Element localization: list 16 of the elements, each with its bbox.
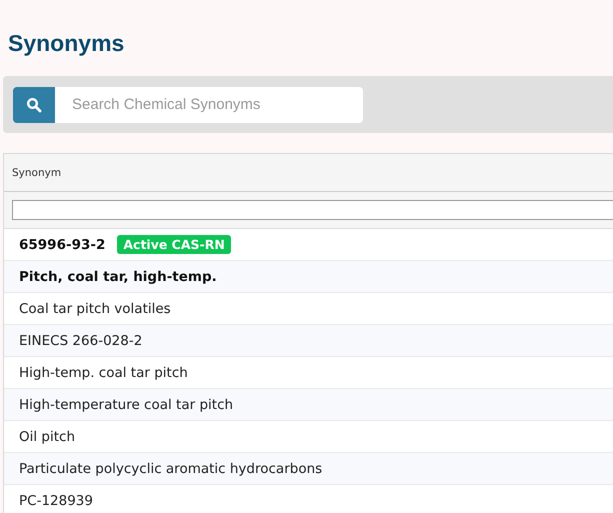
search-field[interactable]: Search Chemical Synonyms xyxy=(55,86,363,122)
status-badge: Active CAS-RN xyxy=(117,235,231,254)
table-cell: High-temperature coal tar pitch xyxy=(19,396,234,412)
table-cell: High-temp. coal tar pitch xyxy=(19,364,188,380)
table-cell: Particulate polycyclic aromatic hydrocarbons xyxy=(19,460,322,476)
table-cell: PC-128939 xyxy=(19,492,93,508)
search-icon xyxy=(26,96,42,112)
cas-number: 65996-93-2 xyxy=(19,236,106,252)
table-cell: Oil pitch xyxy=(19,428,76,444)
filter-field[interactable] xyxy=(12,200,613,220)
section-heading: Synonyms xyxy=(8,29,126,58)
search-button[interactable] xyxy=(13,86,55,122)
column-header[interactable]: Synonym xyxy=(12,166,62,178)
table-cell: EINECS 266-028-2 xyxy=(19,332,142,348)
table-cell: Coal tar pitch volatiles xyxy=(19,300,171,316)
table-cell: Pitch, coal tar, high-temp. xyxy=(19,268,217,284)
